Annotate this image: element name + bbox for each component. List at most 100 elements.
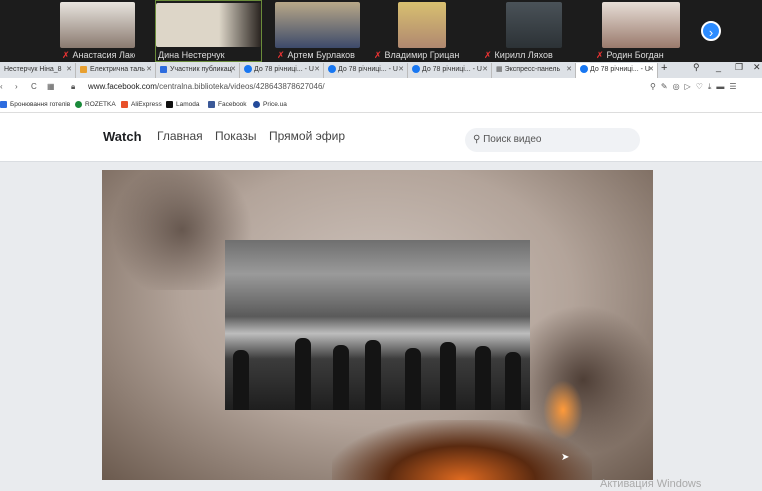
video-search-input[interactable]: ⚲ Поиск видео	[465, 128, 640, 152]
soldier-silhouette	[440, 342, 456, 410]
heart-icon: ♡	[695, 82, 708, 91]
archival-war-photo	[225, 240, 530, 410]
browser-tab-active[interactable]: До 78 річниці... - U ✕	[576, 63, 658, 78]
next-page-button[interactable]: ›	[701, 21, 721, 41]
soldier-silhouette	[475, 346, 491, 410]
participant-tile[interactable]: ✗ Родин Богдан	[594, 0, 680, 62]
participant-name: Родин Богдан	[606, 50, 664, 60]
bookmark[interactable]: Lamoda	[166, 96, 200, 113]
forward-button[interactable]: ›	[15, 78, 18, 96]
close-icon[interactable]: ✕	[314, 63, 320, 77]
browser-tab[interactable]: Електрична таль ✕	[76, 63, 156, 78]
fire-decoration	[543, 380, 583, 440]
favicon-icon	[80, 65, 87, 73]
participant-name: Дина Нестерчук	[158, 50, 225, 60]
mic-muted-icon: ✗	[62, 50, 70, 60]
bookmark-icon	[166, 100, 173, 108]
browser-tab[interactable]: До 78 річниці... - U ✕	[408, 63, 492, 78]
browser-tab[interactable]: ▦ Экспресс-панель ✕	[492, 63, 576, 78]
participant-tile[interactable]: ✗Анастасия Лакосина	[60, 0, 135, 62]
close-icon[interactable]: ✕	[230, 63, 236, 77]
search-placeholder: Поиск видео	[483, 134, 542, 145]
menu-icon: ☰	[729, 82, 742, 91]
participant-name: Артем Бурлаков	[287, 50, 355, 60]
tab-label: Нестерчук Ніна_8	[4, 66, 62, 73]
bookmark[interactable]: Price.ua	[253, 96, 287, 113]
browser-tab-bar: Нестерчук Ніна_8 ✕ Електрична таль ✕ Участ…	[0, 62, 762, 78]
tab-label: До 78 річниці... - U	[590, 66, 650, 73]
soldier-silhouette	[295, 338, 311, 410]
watch-title[interactable]: Watch	[103, 129, 142, 144]
address-bar: ‹ › C ▦ 🔒︎ www.facebook.com/centralna.bi…	[0, 78, 762, 96]
chevron-right-icon: ›	[708, 25, 714, 40]
browser-tab[interactable]: Участник публикац ✕	[156, 63, 240, 78]
video-player[interactable]	[102, 170, 653, 480]
bookmark[interactable]: ROZETKA	[75, 96, 116, 113]
tab-label: До 78 річниці... - U	[338, 66, 398, 73]
minimize-button[interactable]: _	[716, 62, 721, 72]
speed-dial-icon[interactable]: ▦	[47, 78, 55, 96]
bookmarks-bar: Бронювання готелів ROZETKA AliExpress La…	[0, 96, 762, 113]
close-icon[interactable]: ✕	[66, 63, 72, 77]
participant-tile[interactable]: ✗ Артем Бурлаков	[275, 0, 360, 62]
send-icon: ▷	[684, 82, 696, 91]
lock-icon: 🔒︎	[71, 82, 76, 91]
soldier-silhouette	[233, 350, 249, 410]
soldier-silhouette	[333, 345, 349, 410]
tab-label: До 78 річниці... - U	[254, 66, 314, 73]
nav-home[interactable]: Главная	[157, 129, 203, 143]
battery-icon: ▬	[716, 82, 730, 91]
close-icon[interactable]: ✕	[398, 63, 404, 77]
tab-label: Экспресс-панель	[504, 66, 561, 73]
bookmark-icon	[75, 100, 82, 108]
zoom-icon: ⚲	[650, 82, 661, 91]
close-icon[interactable]: ✕	[566, 63, 572, 77]
tab-label: До 78 річниці... - U	[422, 66, 482, 73]
soldier-silhouette	[505, 352, 521, 410]
url-input[interactable]: www.facebook.com/centralna.biblioteka/vi…	[88, 78, 325, 96]
participant-name: Кирилл Ляхов	[494, 50, 553, 60]
close-window-button[interactable]: ✕	[753, 62, 761, 73]
back-button[interactable]: ‹	[0, 78, 3, 96]
bookmark-icon	[121, 100, 128, 108]
bookmark[interactable]: Facebook	[208, 96, 247, 113]
participant-tile[interactable]: ✗ Кирилл Ляхов	[482, 0, 562, 62]
participant-name: Владимир Грицан	[384, 50, 460, 60]
mic-muted-icon: ✗	[277, 50, 285, 60]
windows-activation-watermark: Активация Windows	[600, 478, 702, 490]
reload-button[interactable]: C	[31, 78, 37, 96]
new-tab-button[interactable]: +	[661, 62, 667, 74]
tab-label: Участник публикац	[170, 66, 232, 73]
facebook-favicon-icon	[412, 65, 420, 74]
search-tabs-icon[interactable]: ⚲	[693, 62, 700, 73]
camera-icon: ◎	[672, 82, 685, 91]
bookmark-icon	[253, 100, 260, 108]
nav-shows[interactable]: Показы	[215, 129, 256, 143]
close-icon[interactable]: ✕	[146, 63, 152, 77]
restore-button[interactable]: ❐	[735, 62, 743, 73]
participant-tile[interactable]: ✗ Владимир Грицан	[372, 0, 464, 62]
facebook-watch-header: Watch Главная Показы Прямой эфир ⚲ Поиск…	[0, 113, 762, 162]
url-path: /centralna.biblioteka/videos/42864387862…	[156, 82, 325, 91]
participant-name: Анастасия Лакосина	[72, 50, 135, 60]
search-icon: ⚲	[473, 134, 484, 145]
bookmark[interactable]: Бронювання готелів	[0, 96, 70, 113]
browser-tab[interactable]: До 78 річниці... - U ✕	[240, 63, 324, 78]
browser-tab[interactable]: До 78 річниці... - U ✕	[324, 63, 408, 78]
video-call-participants-strip: ✗Анастасия Лакосина Дина Нестерчук ✗Арте…	[0, 0, 762, 62]
browser-tab[interactable]: Нестерчук Ніна_8 ✕	[0, 63, 76, 78]
close-icon[interactable]: ✕	[648, 63, 654, 77]
soldier-silhouette	[405, 348, 421, 410]
grid-icon: ▦	[496, 66, 503, 73]
address-bar-actions[interactable]: ⚲✎◎▷♡⤓▬☰	[650, 78, 742, 96]
bookmark[interactable]: AliExpress	[121, 96, 162, 113]
favicon-icon	[160, 65, 167, 73]
participant-tile-active-speaker[interactable]: Дина Нестерчук	[155, 0, 262, 62]
mic-muted-icon: ✗	[374, 50, 382, 60]
nav-live[interactable]: Прямой эфир	[269, 129, 345, 143]
mic-muted-icon: ✗	[596, 50, 604, 60]
bookmark-icon	[0, 100, 7, 108]
facebook-favicon-icon	[244, 65, 252, 74]
close-icon[interactable]: ✕	[482, 63, 488, 77]
tab-label: Електрична таль	[90, 66, 145, 73]
